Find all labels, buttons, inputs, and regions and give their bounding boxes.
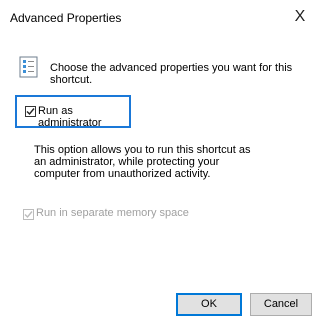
run-as-admin-description: This option allows you to run this short… — [34, 144, 251, 180]
run-as-administrator-checkbox[interactable] — [25, 106, 36, 117]
separate-memory-label: Run in separate memory space — [36, 207, 189, 219]
window-title: Advanced Properties — [10, 11, 122, 25]
cancel-button[interactable]: Cancel — [250, 293, 312, 316]
checkmark-icon — [24, 211, 33, 219]
title-bar: Advanced Properties X — [0, 0, 316, 34]
shortcut-properties-icon — [18, 56, 40, 78]
run-as-administrator-option[interactable]: Run as administrator — [15, 95, 131, 129]
close-button[interactable]: X — [290, 7, 310, 27]
run-as-administrator-label[interactable]: Run as administrator — [38, 105, 129, 129]
separate-memory-checkbox — [23, 209, 34, 220]
ok-button[interactable]: OK — [176, 293, 242, 316]
header-instruction: Choose the advanced properties you want … — [50, 62, 293, 86]
checkmark-icon — [26, 108, 35, 116]
